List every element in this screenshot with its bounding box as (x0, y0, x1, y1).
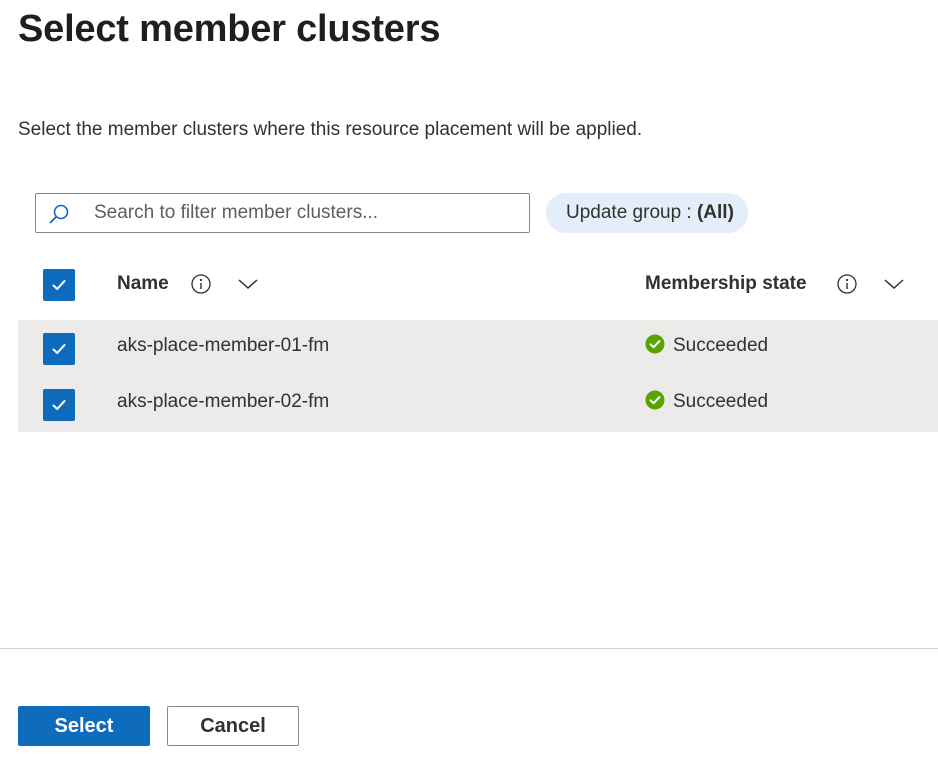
table-row[interactable]: aks-place-member-01-fm Succeeded (18, 320, 938, 376)
update-group-value: (All) (696, 202, 734, 223)
column-header-name[interactable]: Name (117, 273, 169, 295)
membership-state: Succeeded (673, 391, 769, 412)
chevron-down-icon[interactable] (883, 276, 905, 292)
page-description: Select the member clusters where this re… (18, 119, 643, 140)
checkmark-icon (52, 400, 66, 410)
select-all-checkbox[interactable] (43, 269, 75, 301)
row-checkbox[interactable] (43, 389, 75, 421)
footer-divider (0, 648, 938, 649)
page-title: Select member clusters (18, 8, 441, 50)
search-input[interactable] (94, 194, 524, 232)
search-icon (48, 203, 70, 225)
table-row[interactable]: aks-place-member-02-fm Succeeded (18, 376, 938, 432)
success-check-icon (645, 390, 665, 410)
select-button[interactable]: Select (18, 706, 150, 746)
column-header-membership-state[interactable]: Membership state (645, 273, 807, 295)
checkmark-icon (52, 344, 66, 354)
update-group-label: Update group : (566, 202, 697, 223)
cancel-button[interactable]: Cancel (167, 706, 299, 746)
search-box[interactable] (35, 193, 530, 233)
info-icon[interactable] (836, 273, 858, 295)
membership-state: Succeeded (673, 335, 769, 356)
cluster-name[interactable]: aks-place-member-01-fm (117, 335, 329, 357)
update-group-filter[interactable]: Update group : (All) (546, 193, 748, 233)
success-check-icon (645, 334, 665, 354)
row-checkbox[interactable] (43, 333, 75, 365)
chevron-down-icon[interactable] (237, 276, 259, 292)
cluster-name[interactable]: aks-place-member-02-fm (117, 391, 329, 413)
info-icon[interactable] (190, 273, 212, 295)
checkmark-icon (52, 280, 66, 290)
select-member-clusters-panel: Select member clusters Select the member… (0, 0, 938, 758)
